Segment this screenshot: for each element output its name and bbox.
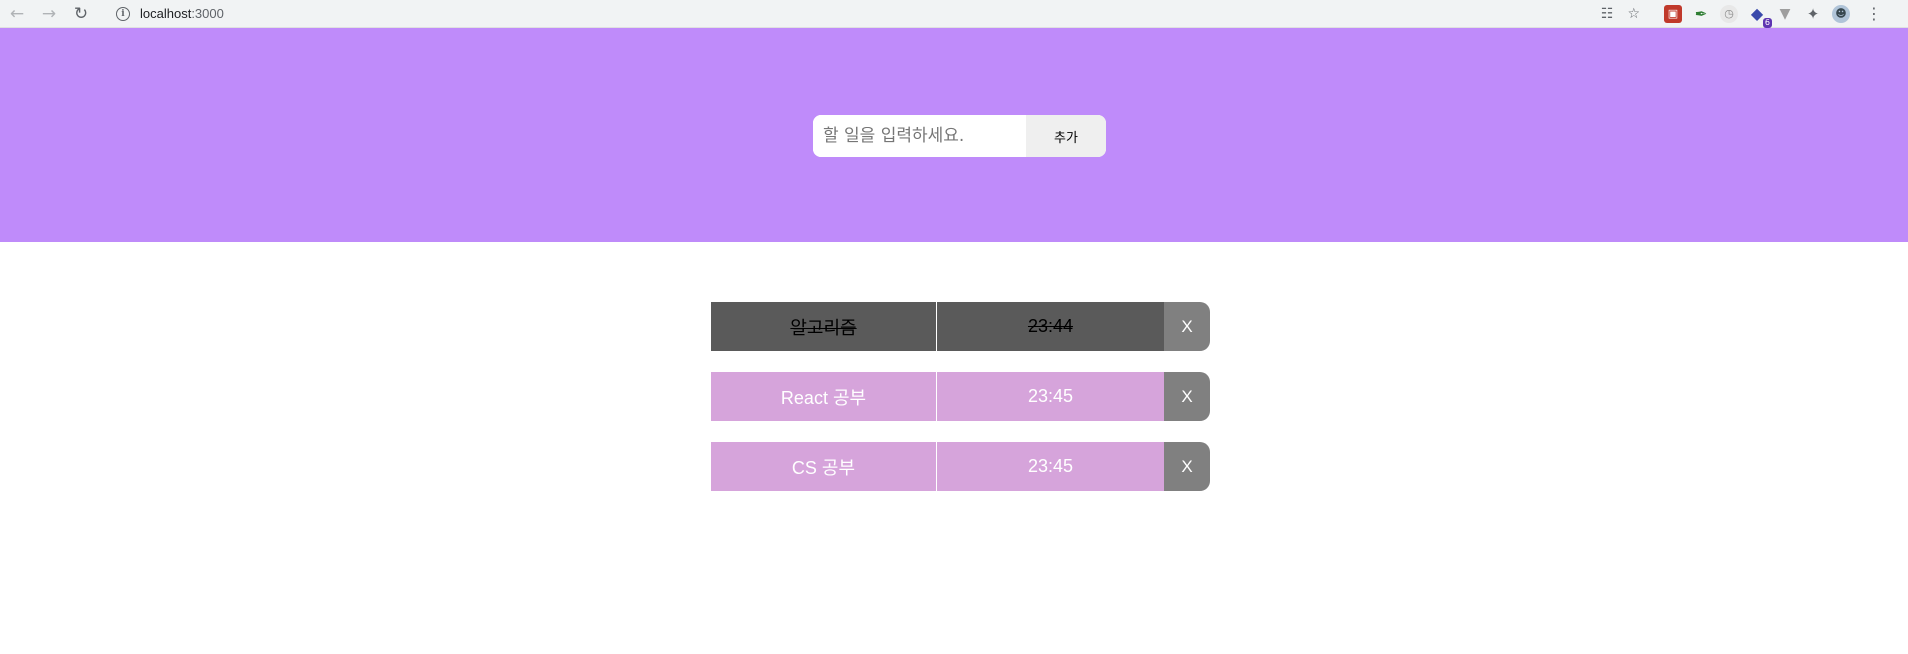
profile-avatar-icon[interactable]: ☻ xyxy=(1832,4,1850,23)
add-button[interactable]: 추가 xyxy=(1026,115,1106,157)
delete-button[interactable]: X xyxy=(1164,302,1210,351)
todo-list: 알고리즘 23:44 X React 공부 23:45 X CS 공부 23:4… xyxy=(711,302,1210,512)
address-bar[interactable]: i localhost:3000 ☷ ☆ xyxy=(110,1,1650,26)
back-button[interactable]: ← xyxy=(2,2,32,26)
extension-vue-icon[interactable]: ▼ xyxy=(1776,5,1794,23)
todo-time: 23:45 xyxy=(937,442,1164,491)
url-text[interactable]: localhost:3000 xyxy=(140,6,224,21)
todo-header: 추가 xyxy=(0,28,1908,242)
delete-button[interactable]: X xyxy=(1164,372,1210,421)
todo-time: 23:44 xyxy=(937,302,1164,351)
delete-button[interactable]: X xyxy=(1164,442,1210,491)
reload-button[interactable]: ↻ xyxy=(66,2,96,26)
todo-text[interactable]: CS 공부 xyxy=(711,442,937,491)
todo-text[interactable]: 알고리즘 xyxy=(711,302,937,351)
reload-icon: ↻ xyxy=(73,3,89,24)
todo-item[interactable]: 알고리즘 23:44 X xyxy=(711,302,1210,351)
extension-red-icon[interactable]: ▣ xyxy=(1664,4,1682,23)
browser-toolbar: ← → ↻ i localhost:3000 ☷ ☆ ▣ ✒ ◷ ◆ 6 ▼ ✦ … xyxy=(0,0,1908,28)
extensions-puzzle-icon[interactable]: ✦ xyxy=(1804,5,1822,23)
extension-badge: 6 xyxy=(1762,17,1772,28)
extension-pen-icon[interactable]: ✒ xyxy=(1692,5,1710,23)
arrow-right-icon: → xyxy=(41,3,57,24)
todo-form: 추가 xyxy=(813,115,1106,157)
bookmark-star-icon[interactable]: ☆ xyxy=(1627,6,1640,22)
browser-menu-icon[interactable]: ⋮ xyxy=(1866,4,1882,23)
todo-text[interactable]: React 공부 xyxy=(711,372,937,421)
arrow-left-icon: ← xyxy=(9,3,25,24)
extensions-bar: ▣ ✒ ◷ ◆ 6 ▼ ✦ ☻ ⋮ xyxy=(1664,4,1882,28)
translate-icon[interactable]: ☷ xyxy=(1601,6,1614,22)
todo-item[interactable]: React 공부 23:45 X xyxy=(711,372,1210,421)
forward-button[interactable]: → xyxy=(34,2,64,26)
info-icon[interactable]: i xyxy=(116,6,130,21)
extension-stack-icon[interactable]: ◆ 6 xyxy=(1748,4,1772,28)
extension-clock-icon[interactable]: ◷ xyxy=(1720,4,1738,23)
todo-time: 23:45 xyxy=(937,372,1164,421)
todo-input[interactable] xyxy=(813,115,1026,157)
todo-item[interactable]: CS 공부 23:45 X xyxy=(711,442,1210,491)
